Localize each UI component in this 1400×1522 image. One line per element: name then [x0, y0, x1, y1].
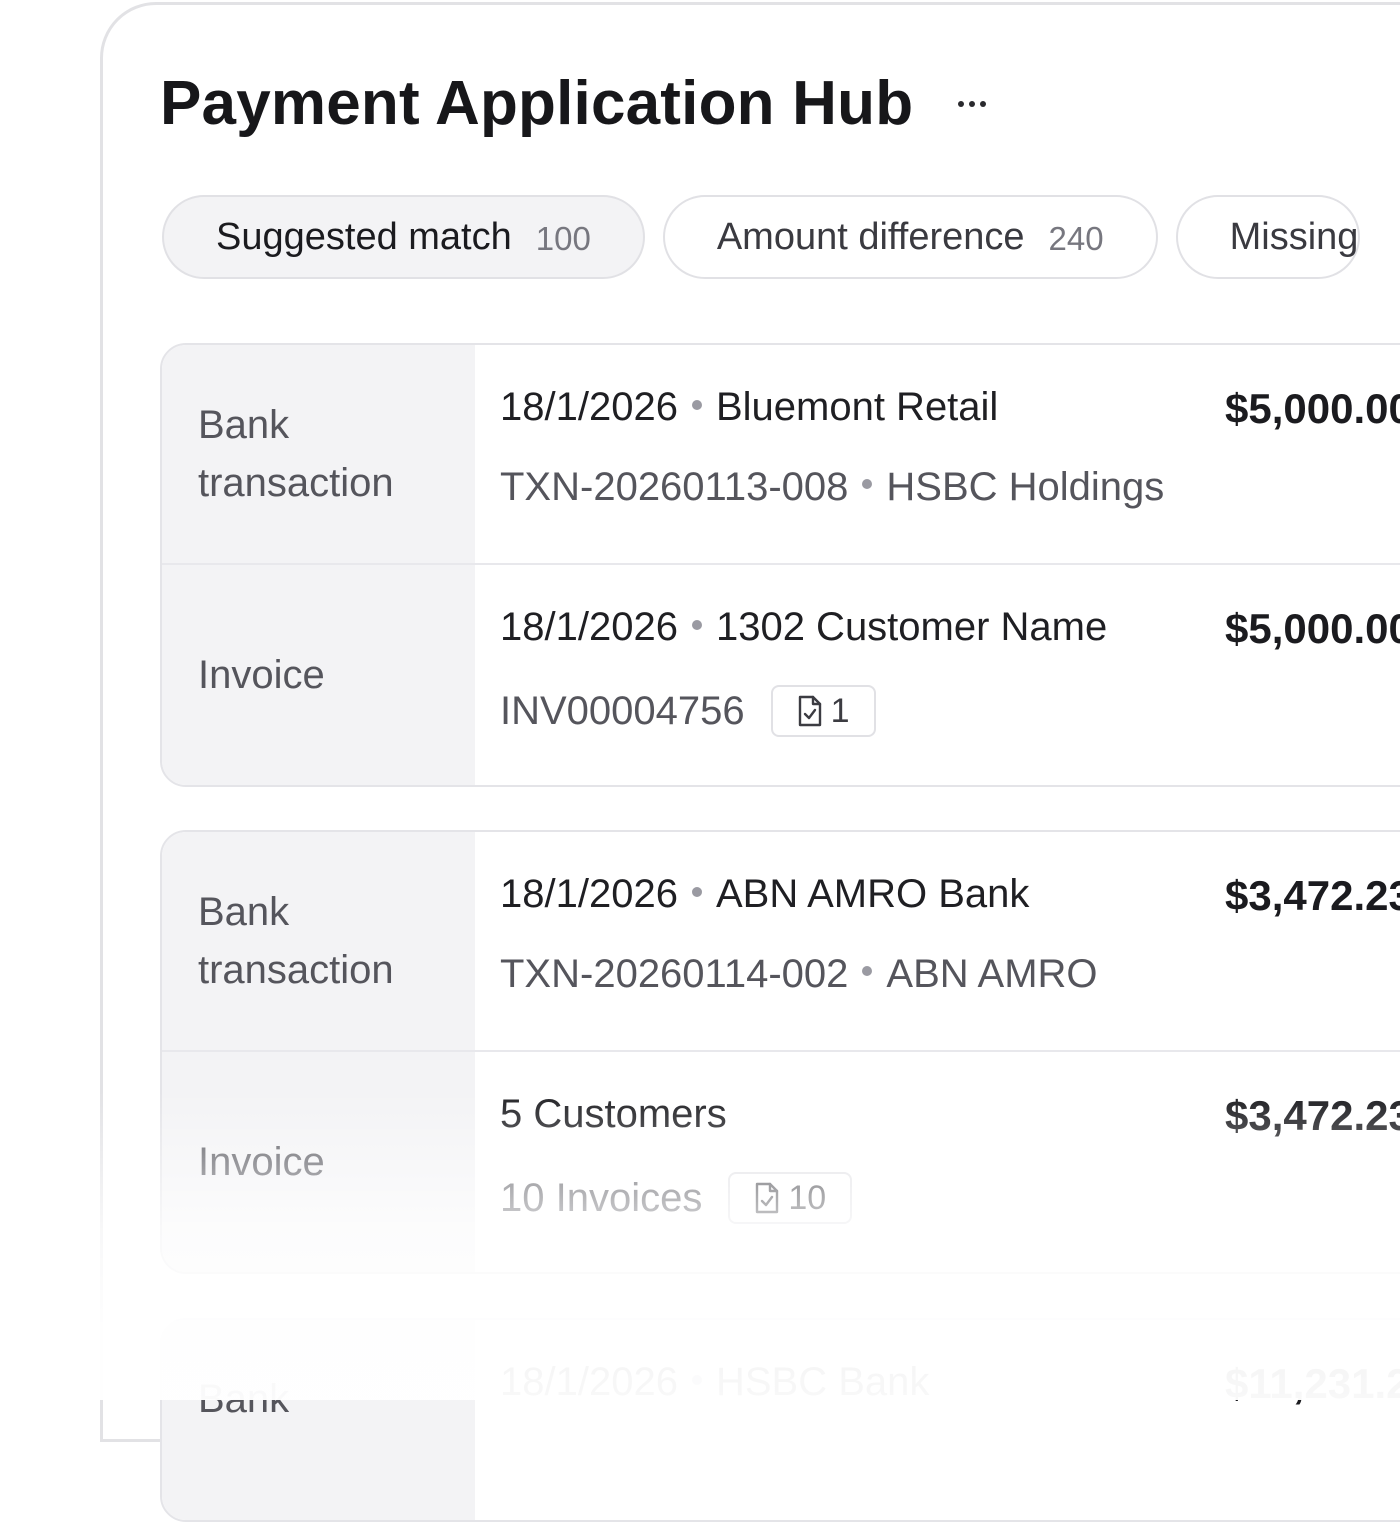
- transaction-amount: $5,000.00: [1225, 385, 1400, 432]
- page-title: Payment Application Hub: [160, 69, 914, 138]
- customer-count: 5 Customers: [500, 1092, 727, 1136]
- payer-name: HSBC Bank: [715, 1360, 930, 1404]
- row-type-label: Bank: [162, 1320, 475, 1520]
- bank-name: ABN AMRO: [886, 952, 1098, 996]
- more-horizontal-icon: [958, 101, 964, 107]
- document-check-icon: [756, 1182, 779, 1214]
- invoice-amount: $5,000.00: [1225, 605, 1400, 652]
- separator-dot: [691, 887, 702, 898]
- tab-missing[interactable]: Missing: [1175, 195, 1361, 279]
- transaction-amount: $3,472.23: [1225, 872, 1400, 919]
- match-group[interactable]: Bank 18/1/2026 HSBC Bank $11,231.2: [160, 1318, 1400, 1522]
- row-type-label: Invoice: [162, 565, 475, 785]
- payer-name: Bluemont Retail: [715, 385, 999, 429]
- invoice-row[interactable]: Invoice 18/1/2026 1302 Customer Name INV0…: [162, 565, 1400, 785]
- tab-amount-difference[interactable]: Amount difference 240: [662, 195, 1158, 279]
- invoice-amount: $3,472.23: [1225, 1092, 1400, 1139]
- transaction-date: 18/1/2026: [500, 1360, 678, 1404]
- tab-count: 100: [535, 220, 591, 257]
- transaction-amount: $11,231.2: [1225, 1360, 1400, 1407]
- separator-dot: [862, 965, 873, 976]
- invoice-number: INV00004756: [500, 688, 745, 733]
- separator-dot: [862, 478, 873, 489]
- transaction-reference: TXN-20260114-002: [500, 952, 849, 996]
- tab-label: Suggested match: [216, 215, 512, 258]
- more-options-button[interactable]: [946, 78, 998, 130]
- document-count: 1: [830, 691, 850, 730]
- transaction-date: 18/1/2026: [500, 872, 678, 916]
- row-type-label: Bank transaction: [162, 832, 475, 1050]
- document-count: 10: [788, 1178, 827, 1217]
- match-group[interactable]: Bank transaction 18/1/2026 ABN AMRO Bank …: [160, 830, 1400, 1274]
- attached-documents-badge[interactable]: 10: [728, 1172, 853, 1224]
- tab-suggested-match[interactable]: Suggested match 100: [162, 195, 645, 279]
- tab-label: Missing: [1229, 215, 1359, 258]
- invoice-row[interactable]: Invoice 5 Customers 10 Invoices 10 $3,47…: [162, 1052, 1400, 1272]
- separator-dot: [691, 400, 702, 411]
- transaction-reference: TXN-20260113-008: [500, 465, 849, 509]
- match-group[interactable]: Bank transaction 18/1/2026 Bluemont Retai…: [160, 343, 1400, 787]
- payer-name: ABN AMRO Bank: [715, 872, 1030, 916]
- document-check-icon: [798, 695, 821, 727]
- invoice-date: 18/1/2026: [500, 605, 678, 649]
- separator-dot: [691, 620, 702, 631]
- attached-documents-badge[interactable]: 1: [770, 685, 876, 737]
- separator-dot: [691, 1375, 702, 1386]
- bank-transaction-row[interactable]: Bank transaction 18/1/2026 Bluemont Retai…: [162, 345, 1400, 565]
- customer-name: 1302 Customer Name: [715, 605, 1108, 649]
- tab-count: 240: [1048, 220, 1104, 257]
- tab-label: Amount difference: [716, 215, 1025, 258]
- bank-name: HSBC Holdings: [886, 465, 1165, 509]
- filter-tabs: Suggested match 100 Amount difference 24…: [162, 195, 1361, 281]
- bank-transaction-row[interactable]: Bank transaction 18/1/2026 ABN AMRO Bank …: [162, 832, 1400, 1052]
- invoice-count: 10 Invoices: [500, 1175, 703, 1220]
- bank-transaction-row[interactable]: Bank 18/1/2026 HSBC Bank $11,231.2: [162, 1320, 1400, 1520]
- row-type-label: Bank transaction: [162, 345, 475, 563]
- transaction-date: 18/1/2026: [500, 385, 678, 429]
- row-type-label: Invoice: [162, 1052, 475, 1272]
